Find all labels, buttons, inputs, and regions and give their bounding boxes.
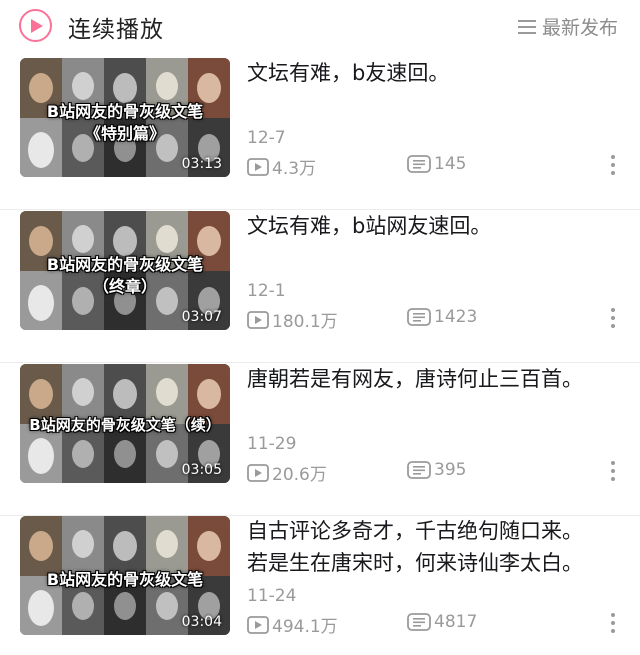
- autoplay-label: 连续播放: [68, 17, 164, 43]
- danmaku-count: 395: [407, 460, 466, 480]
- play-count-icon: [247, 310, 269, 329]
- video-thumbnail[interactable]: B站网友的骨灰级文笔 03:04: [20, 516, 230, 635]
- play-count-icon: [247, 463, 269, 482]
- danmaku-count-value: 1423: [434, 307, 478, 327]
- video-title-line2[interactable]: 若是生在唐宋时，何来诗仙李太白。: [247, 548, 583, 579]
- thumbnail-subcaption: 《特别篇》: [84, 124, 165, 143]
- thumbnail-caption: B站网友的骨灰级文笔: [46, 255, 204, 274]
- video-title[interactable]: 文坛有难，b站网友速回。: [247, 211, 491, 242]
- video-thumbnail[interactable]: B站网友的骨灰级文笔（续） 03:05: [20, 364, 230, 483]
- thumbnail-subcaption: （终章）: [92, 277, 157, 296]
- view-count-value: 4.3万: [272, 159, 317, 179]
- play-count-icon: [247, 157, 269, 176]
- video-duration: 03:05: [181, 462, 222, 478]
- danmaku-count: 4817: [407, 612, 477, 632]
- video-duration: 03:04: [181, 614, 222, 630]
- video-item[interactable]: B站网友的骨灰级文笔（续） 03:05 唐朝若是有网友，唐诗何止三百首。 11-…: [0, 364, 640, 516]
- more-options-icon[interactable]: [610, 461, 616, 483]
- danmaku-count-value: 145: [434, 154, 467, 174]
- more-options-icon[interactable]: [610, 613, 616, 635]
- play-count-icon: [247, 615, 269, 634]
- thumbnail-caption: B站网友的骨灰级文笔: [46, 102, 204, 121]
- video-duration: 03:13: [181, 156, 222, 172]
- video-title[interactable]: 文坛有难，b友速回。: [247, 58, 449, 89]
- video-title[interactable]: 自古评论多奇才，千古绝句随口来。: [247, 516, 583, 547]
- play-icon: [31, 19, 43, 33]
- danmaku-count: 1423: [407, 307, 477, 327]
- video-duration: 03:07: [181, 309, 222, 325]
- playlist-header: 连续播放 最新发布: [0, 0, 640, 50]
- video-date: 11-29: [247, 434, 297, 454]
- more-options-icon[interactable]: [610, 155, 616, 177]
- video-date: 12-1: [247, 281, 286, 301]
- divider: [0, 209, 640, 210]
- danmaku-icon: [407, 308, 431, 326]
- view-count-value: 494.1万: [272, 617, 338, 637]
- view-count: 180.1万: [247, 307, 338, 332]
- view-count-value: 180.1万: [272, 312, 338, 332]
- view-count-value: 20.6万: [272, 465, 327, 485]
- video-thumbnail[interactable]: B站网友的骨灰级文笔 《特别篇》 03:13: [20, 58, 230, 177]
- video-item[interactable]: B站网友的骨灰级文笔 03:04 自古评论多奇才，千古绝句随口来。 若是生在唐宋…: [0, 516, 640, 655]
- more-options-icon[interactable]: [610, 308, 616, 330]
- video-item[interactable]: B站网友的骨灰级文笔 （终章） 03:07 文坛有难，b站网友速回。 12-1 …: [0, 211, 640, 363]
- sort-icon: [517, 19, 536, 34]
- video-date: 12-7: [247, 128, 286, 148]
- danmaku-count: 145: [407, 154, 466, 174]
- sort-label: 最新发布: [541, 17, 618, 39]
- thumbnail-caption: B站网友的骨灰级文笔（续）: [29, 416, 221, 434]
- sort-dropdown[interactable]: 最新发布: [517, 13, 618, 40]
- danmaku-count-value: 395: [434, 460, 467, 480]
- danmaku-icon: [407, 155, 431, 173]
- danmaku-icon: [407, 613, 431, 631]
- thumbnail-caption: B站网友的骨灰级文笔: [46, 570, 204, 589]
- danmaku-count-value: 4817: [434, 612, 478, 632]
- autoplay-toggle[interactable]: [19, 9, 52, 42]
- video-title[interactable]: 唐朝若是有网友，唐诗何止三百首。: [247, 364, 583, 395]
- video-item[interactable]: B站网友的骨灰级文笔 《特别篇》 03:13 文坛有难，b友速回。 12-7 4…: [0, 58, 640, 210]
- view-count: 4.3万: [247, 154, 316, 179]
- danmaku-icon: [407, 461, 431, 479]
- divider: [0, 362, 640, 363]
- video-thumbnail[interactable]: B站网友的骨灰级文笔 （终章） 03:07: [20, 211, 230, 330]
- video-date: 11-24: [247, 586, 297, 606]
- view-count: 20.6万: [247, 460, 327, 485]
- view-count: 494.1万: [247, 612, 338, 637]
